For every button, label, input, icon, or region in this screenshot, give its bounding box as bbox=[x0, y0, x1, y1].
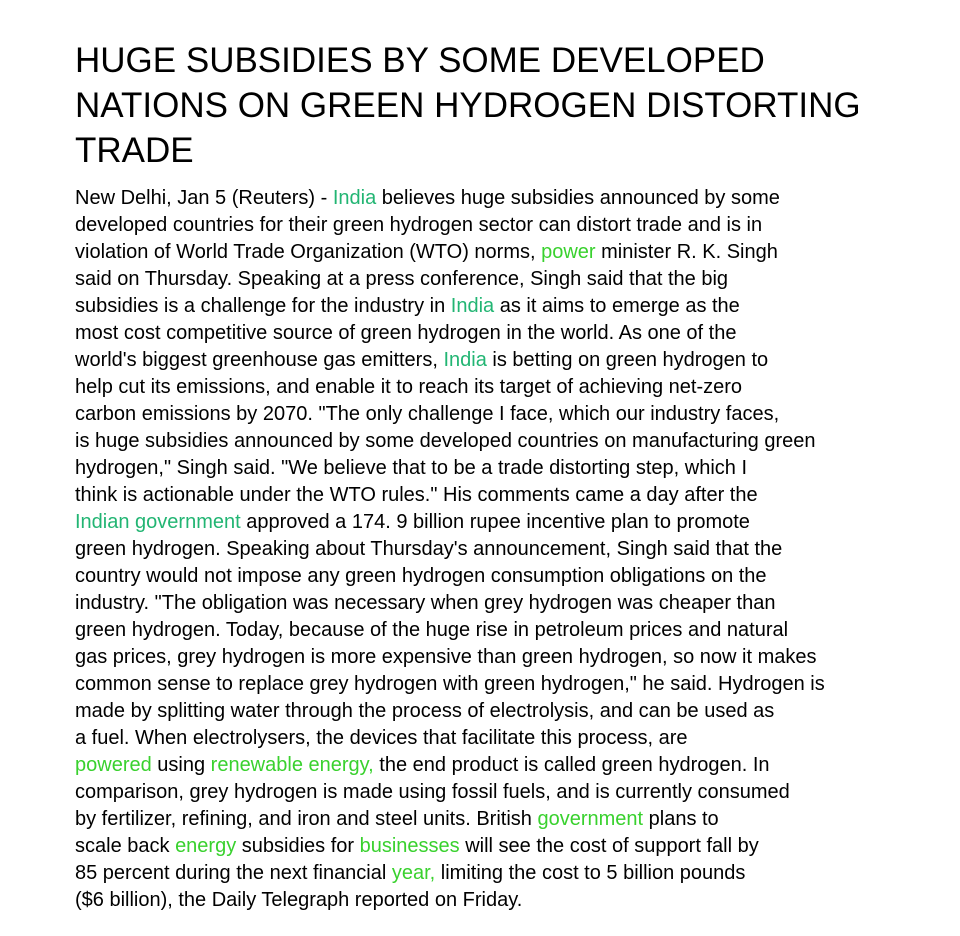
news-article: HUGE SUBSIDIES BY SOME DEVELOPED NATIONS… bbox=[75, 38, 935, 914]
body-text-segment: think is actionable under the WTO rules.… bbox=[75, 484, 758, 506]
body-text-segment: a fuel. When electrolysers, the devices … bbox=[75, 727, 688, 749]
highlighted-keyword[interactable]: Indian government bbox=[75, 511, 241, 533]
article-body-line: Indian government approved a 174. 9 bill… bbox=[75, 509, 935, 536]
article-body-line: said on Thursday. Speaking at a press co… bbox=[75, 266, 935, 293]
body-text-segment: believes huge subsidies announced by som… bbox=[376, 187, 780, 209]
article-body-line: think is actionable under the WTO rules.… bbox=[75, 482, 935, 509]
body-text-segment: most cost competitive source of green hy… bbox=[75, 322, 737, 344]
body-text-segment: world's biggest greenhouse gas emitters, bbox=[75, 349, 444, 371]
article-body-line: hydrogen," Singh said. "We believe that … bbox=[75, 455, 935, 482]
article-body-line: developed countries for their green hydr… bbox=[75, 212, 935, 239]
article-body-line: ($6 billion), the Daily Telegraph report… bbox=[75, 887, 935, 914]
body-text-segment: industry. "The obligation was necessary … bbox=[75, 592, 776, 614]
article-body: New Delhi, Jan 5 (Reuters) - India belie… bbox=[75, 185, 935, 914]
body-text-segment: hydrogen," Singh said. "We believe that … bbox=[75, 457, 748, 479]
body-text-segment: approved a 174. 9 billion rupee incentiv… bbox=[240, 511, 750, 533]
body-text-segment: violation of World Trade Organization (W… bbox=[75, 241, 542, 263]
highlighted-keyword[interactable]: government bbox=[537, 808, 643, 830]
highlighted-keyword[interactable]: India bbox=[443, 349, 486, 371]
highlighted-keyword[interactable]: renewable energy, bbox=[211, 754, 374, 776]
highlighted-keyword[interactable]: India bbox=[451, 295, 494, 317]
body-text-segment: is betting on green hydrogen to bbox=[486, 349, 769, 371]
body-text-segment: country would not impose any green hydro… bbox=[75, 565, 767, 587]
highlighted-keyword[interactable]: power bbox=[541, 241, 595, 263]
body-text-segment: green hydrogen. Speaking about Thursday'… bbox=[75, 538, 783, 560]
body-text-segment: is huge subsidies announced by some deve… bbox=[75, 430, 816, 452]
body-text-segment: scale back bbox=[75, 835, 176, 857]
highlighted-keyword[interactable]: energy bbox=[175, 835, 236, 857]
body-text-segment: common sense to replace grey hydrogen wi… bbox=[75, 673, 825, 695]
article-body-line: common sense to replace grey hydrogen wi… bbox=[75, 671, 935, 698]
headline-line: TRADE bbox=[75, 131, 194, 170]
body-text-segment: subsidies is a challenge for the industr… bbox=[75, 295, 451, 317]
body-text-segment: subsidies for bbox=[236, 835, 360, 857]
article-body-line: a fuel. When electrolysers, the devices … bbox=[75, 725, 935, 752]
body-text-segment: minister R. K. Singh bbox=[595, 241, 778, 263]
headline-line: HUGE SUBSIDIES BY SOME DEVELOPED bbox=[75, 41, 765, 80]
article-body-line: country would not impose any green hydro… bbox=[75, 563, 935, 590]
body-text-segment: by fertilizer, refining, and iron and st… bbox=[75, 808, 538, 830]
article-body-line: world's biggest greenhouse gas emitters,… bbox=[75, 347, 935, 374]
body-text-segment: plans to bbox=[643, 808, 719, 830]
body-text-segment: 85 percent during the next financial bbox=[75, 862, 392, 884]
article-body-line: 85 percent during the next financial yea… bbox=[75, 860, 935, 887]
body-text-segment: developed countries for their green hydr… bbox=[75, 214, 763, 236]
body-text-segment: New Delhi, Jan 5 (Reuters) - bbox=[75, 187, 333, 209]
article-body-line: subsidies is a challenge for the industr… bbox=[75, 293, 935, 320]
article-body-line: industry. "The obligation was necessary … bbox=[75, 590, 935, 617]
article-body-line: powered using renewable energy, the end … bbox=[75, 752, 935, 779]
article-body-line: made by splitting water through the proc… bbox=[75, 698, 935, 725]
body-text-segment: using bbox=[151, 754, 211, 776]
article-body-line: green hydrogen. Today, because of the hu… bbox=[75, 617, 935, 644]
article-body-line: green hydrogen. Speaking about Thursday'… bbox=[75, 536, 935, 563]
article-body-line: by fertilizer, refining, and iron and st… bbox=[75, 806, 935, 833]
body-text-segment: carbon emissions by 2070. "The only chal… bbox=[75, 403, 780, 425]
body-text-segment: as it aims to emerge as the bbox=[494, 295, 740, 317]
article-body-line: comparison, grey hydrogen is made using … bbox=[75, 779, 935, 806]
article-body-line: help cut its emissions, and enable it to… bbox=[75, 374, 935, 401]
body-text-segment: help cut its emissions, and enable it to… bbox=[75, 376, 743, 398]
body-text-segment: will see the cost of support fall by bbox=[459, 835, 759, 857]
body-text-segment: gas prices, grey hydrogen is more expens… bbox=[75, 646, 817, 668]
highlighted-keyword[interactable]: powered bbox=[75, 754, 152, 776]
article-headline: HUGE SUBSIDIES BY SOME DEVELOPED NATIONS… bbox=[75, 38, 935, 173]
headline-line: NATIONS ON GREEN HYDROGEN DISTORTING bbox=[75, 86, 861, 125]
article-body-line: gas prices, grey hydrogen is more expens… bbox=[75, 644, 935, 671]
article-body-line: scale back energy subsidies for business… bbox=[75, 833, 935, 860]
highlighted-keyword[interactable]: India bbox=[333, 187, 376, 209]
article-body-line: is huge subsidies announced by some deve… bbox=[75, 428, 935, 455]
article-body-line: most cost competitive source of green hy… bbox=[75, 320, 935, 347]
body-text-segment: the end product is called green hydrogen… bbox=[373, 754, 770, 776]
body-text-segment: green hydrogen. Today, because of the hu… bbox=[75, 619, 789, 641]
body-text-segment: ($6 billion), the Daily Telegraph report… bbox=[75, 889, 523, 911]
body-text-segment: limiting the cost to 5 billion pounds bbox=[435, 862, 746, 884]
highlighted-keyword[interactable]: year, bbox=[392, 862, 435, 884]
body-text-segment: said on Thursday. Speaking at a press co… bbox=[75, 268, 729, 290]
article-body-line: New Delhi, Jan 5 (Reuters) - India belie… bbox=[75, 185, 935, 212]
body-text-segment: comparison, grey hydrogen is made using … bbox=[75, 781, 790, 803]
article-body-line: carbon emissions by 2070. "The only chal… bbox=[75, 401, 935, 428]
body-text-segment: made by splitting water through the proc… bbox=[75, 700, 775, 722]
highlighted-keyword[interactable]: businesses bbox=[360, 835, 460, 857]
article-body-line: violation of World Trade Organization (W… bbox=[75, 239, 935, 266]
